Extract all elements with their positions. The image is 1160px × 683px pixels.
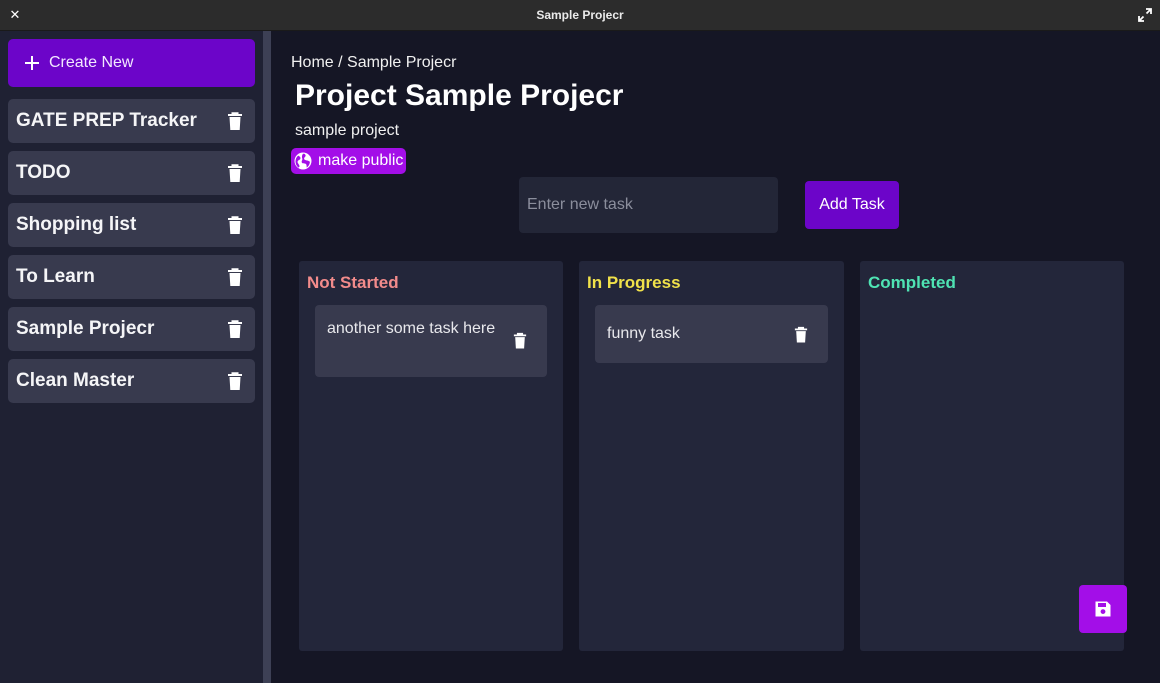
window-close-button[interactable]: ✕ (8, 7, 22, 23)
page-title: Project Sample Projecr (295, 79, 624, 112)
sidebar-item-shopping-list[interactable]: Shopping list (8, 203, 255, 247)
task-text: another some task here (327, 320, 496, 337)
trash-icon[interactable] (227, 111, 243, 131)
close-icon: ✕ (9, 7, 21, 22)
maximize-icon (1138, 8, 1152, 22)
sidebar-item-to-learn[interactable]: To Learn (8, 255, 255, 299)
create-new-button[interactable]: Create New (8, 39, 255, 87)
floppy-disk-icon (1095, 601, 1111, 617)
main-content: Home / Sample Projecr Project Sample Pro… (271, 31, 1160, 683)
window-maximize-button[interactable] (1138, 8, 1152, 22)
column-title: In Progress (587, 273, 681, 292)
sidebar-item-clean-master[interactable]: Clean Master (8, 359, 255, 403)
sidebar-item-label: To Learn (16, 266, 95, 287)
window-titlebar: ✕ Sample Projecr (0, 0, 1160, 31)
task-card[interactable]: funny task (595, 305, 828, 363)
new-task-input[interactable] (519, 177, 778, 233)
trash-icon[interactable] (227, 267, 243, 287)
sidebar-item-label: Sample Projecr (16, 318, 155, 339)
trash-icon[interactable] (513, 332, 527, 350)
sidebar-item-sample-projecr[interactable]: Sample Projecr (8, 307, 255, 351)
sidebar-resize-handle[interactable] (263, 31, 271, 683)
sidebar-item-label: GATE PREP Tracker (16, 110, 197, 131)
sidebar-item-label: Clean Master (16, 370, 135, 391)
make-public-button[interactable]: make public (291, 148, 407, 174)
column-title: Not Started (307, 273, 399, 292)
sidebar-item-label: Shopping list (16, 214, 137, 235)
create-new-label: Create New (49, 54, 134, 71)
trash-icon[interactable] (227, 163, 243, 183)
project-description: sample project (295, 122, 400, 139)
sidebar-item-gate-prep-tracker[interactable]: GATE PREP Tracker (8, 99, 255, 143)
breadcrumb[interactable]: Home / Sample Projecr (291, 54, 456, 72)
sidebar-item-todo[interactable]: TODO (8, 151, 255, 195)
trash-icon[interactable] (227, 371, 243, 391)
globe-icon (294, 152, 312, 170)
column-not-started: Not Started another some task here (299, 261, 563, 651)
trash-icon[interactable] (227, 215, 243, 235)
column-title: Completed (868, 273, 956, 292)
sidebar-item-label: TODO (16, 162, 71, 183)
task-text: funny task (607, 325, 680, 342)
sidebar: Create New GATE PREP Tracker TODO Shoppi… (0, 31, 263, 683)
window-title: Sample Projecr (536, 8, 624, 22)
plus-icon (25, 56, 39, 70)
save-button[interactable] (1079, 585, 1127, 633)
trash-icon[interactable] (794, 326, 808, 344)
column-in-progress: In Progress funny task (579, 261, 844, 651)
task-card[interactable]: another some task here (315, 305, 547, 377)
trash-icon[interactable] (227, 319, 243, 339)
add-task-button[interactable]: Add Task (805, 181, 899, 229)
make-public-label: make public (318, 152, 404, 169)
